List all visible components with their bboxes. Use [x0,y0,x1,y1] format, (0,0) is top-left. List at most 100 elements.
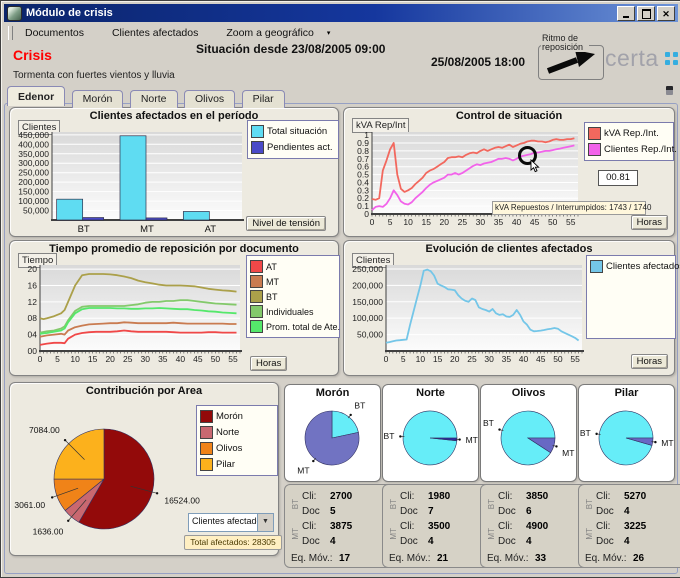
close-button[interactable]: ✕ [657,6,675,21]
tab-moron[interactable]: Morón [72,90,124,108]
cursor-value-tooltip: 00.81 [598,170,638,186]
svg-text:12: 12 [28,297,38,307]
tab-pilar[interactable]: Pilar [242,90,285,108]
bar-chart-clientes-afectados[interactable]: 50,000100,000150,000200,000250,000300,00… [12,126,246,236]
svg-text:16: 16 [28,280,38,290]
tab-edenor[interactable]: Edenor [7,86,65,106]
chart-legend: Total situaciónPendientes act. [247,120,339,159]
legend-item: MT [250,275,336,288]
svg-text:20: 20 [28,264,38,274]
legend-item: BT [250,290,336,303]
minimize-button[interactable] [617,6,635,21]
legend-item: Morón [200,410,274,423]
svg-text:MT: MT [661,438,673,448]
dropdown-arrow-icon[interactable]: ▼ [257,514,273,531]
kva-repuestos-status: kVA Repuestos / Interrumpidos: 1743 / 17… [492,201,646,215]
menu-zoom-geografico[interactable]: Zoom a geográfico [219,25,321,41]
svg-text:200,000: 200,000 [352,280,383,290]
mouse-cursor-arrow-icon [530,160,540,173]
svg-text:40: 40 [176,354,186,364]
bt-group-label: BT [585,499,594,509]
cli-value: 3850 [526,490,582,503]
area-pie-panel-pilar: Pilar BTMT [578,384,675,482]
bt-stat-group: BT Cli:2700 Doc5 [291,489,386,519]
cli-label: Cli: [400,520,428,533]
legend-label: MT [266,277,279,287]
panel-control-situacion: Control de situación kVA Rep/Int 00.10.2… [343,107,675,237]
svg-text:08: 08 [28,313,38,323]
legend-item: Clientes afectados [590,260,672,273]
tab-strip-pin-icon[interactable] [666,86,673,95]
pie-chart-moron[interactable]: BTMT [285,400,380,478]
app-icon [7,6,22,21]
area-title: Norte [383,387,478,399]
horas-button[interactable]: Horas [631,354,668,369]
svg-text:25: 25 [467,354,477,364]
tab-norte[interactable]: Norte [130,90,178,108]
pie-chart-norte[interactable]: BTMT [383,400,478,478]
maximize-button[interactable] [637,6,655,21]
current-datetime: 25/08/2005 18:00 [431,55,525,69]
horas-button[interactable]: Horas [250,356,287,371]
svg-text:BT: BT [580,428,591,438]
doc-label: Doc [596,535,624,548]
legend-item: AT [250,260,336,273]
mt-group-label: MT [389,528,398,540]
window-title: Módulo de crisis [26,7,615,19]
legend-item: Individuales [250,305,336,318]
cli-value: 4900 [526,520,582,533]
doc-label: Doc [302,535,330,548]
nivel-de-tension-button[interactable]: Nivel de tensión [246,216,326,231]
svg-text:40: 40 [512,217,522,227]
horas-button[interactable]: Horas [631,215,668,230]
svg-text:5: 5 [388,217,393,227]
eq-movil-label: Eq. Móv.: [487,552,535,565]
legend-label: Pendientes act. [267,142,333,153]
line-chart-tiempo-promedio[interactable]: 0004081216200510152025303540455055 [12,257,246,373]
svg-text:55: 55 [228,354,238,364]
doc-value: 4 [624,535,680,548]
certa-logo: certa [605,45,659,72]
pie-metric-dropdown[interactable]: Clientes afectados ▼ [188,513,274,532]
svg-text:15: 15 [421,217,431,227]
svg-text:350,000: 350,000 [18,149,49,159]
toolbar-grip-handle[interactable] [8,26,13,40]
pie-chart-pilar[interactable]: BT MT [579,400,674,478]
svg-text:45: 45 [193,354,203,364]
menu-documentos[interactable]: Documentos [18,25,91,41]
svg-text:100,000: 100,000 [352,313,383,323]
crisis-status-label: Crisis [13,47,52,63]
svg-text:0: 0 [370,217,375,227]
pie-chart-olivos[interactable]: BTMT [481,400,576,478]
pie-chart-contribucion[interactable]: 16524.001636.003061.007084.00 [12,399,208,551]
tab-olivos[interactable]: Olivos [184,90,235,108]
chart-legend: AT MT BT Individuales Prom. total de Ate. [246,255,340,338]
eq-movil-label: Eq. Móv.: [389,552,437,565]
doc-value: 6 [526,505,582,518]
menu-dropdown-caret-icon[interactable]: ▾ [327,29,331,37]
doc-label: Doc [596,505,624,518]
legend-label: Prom. total de Ate. [266,322,340,332]
event-description: Tormenta con fuertes vientos y lluvia [13,70,175,81]
mt-stat-group: MT Cli:3500 Doc4 [389,519,484,549]
cli-label: Cli: [596,490,624,503]
svg-text:50: 50 [211,354,221,364]
doc-value: 5 [330,505,386,518]
legend-swatch [250,260,263,273]
line-chart-control-situacion[interactable]: 00.10.20.30.40.50.60.70.80.9105101520253… [346,124,584,236]
panel-evolucion-clientes: Evolución de clientes afectados Clientes… [343,240,675,376]
menu-clientes-afectados[interactable]: Clientes afectados [105,25,205,41]
area-title: Morón [285,387,380,399]
svg-text:MT: MT [562,448,574,458]
legend-label: Individuales [266,307,314,317]
chart-legend: kVA Rep./Int.Clientes Rep./Int. [584,122,674,161]
svg-text:150,000: 150,000 [352,297,383,307]
doc-value: 4 [330,535,386,548]
legend-swatch [250,320,263,333]
area-pie-panel-moron: Morón BTMT [284,384,381,482]
area-tab-strip: Edenor Morón Norte Olivos Pilar [7,86,287,105]
area-pie-panel-norte: Norte BTMT [382,384,479,482]
svg-text:BT: BT [384,431,395,441]
doc-label: Doc [400,535,428,548]
line-chart-evolucion-clientes[interactable]: 50,000100,000150,000200,000250,000051015… [344,257,586,373]
